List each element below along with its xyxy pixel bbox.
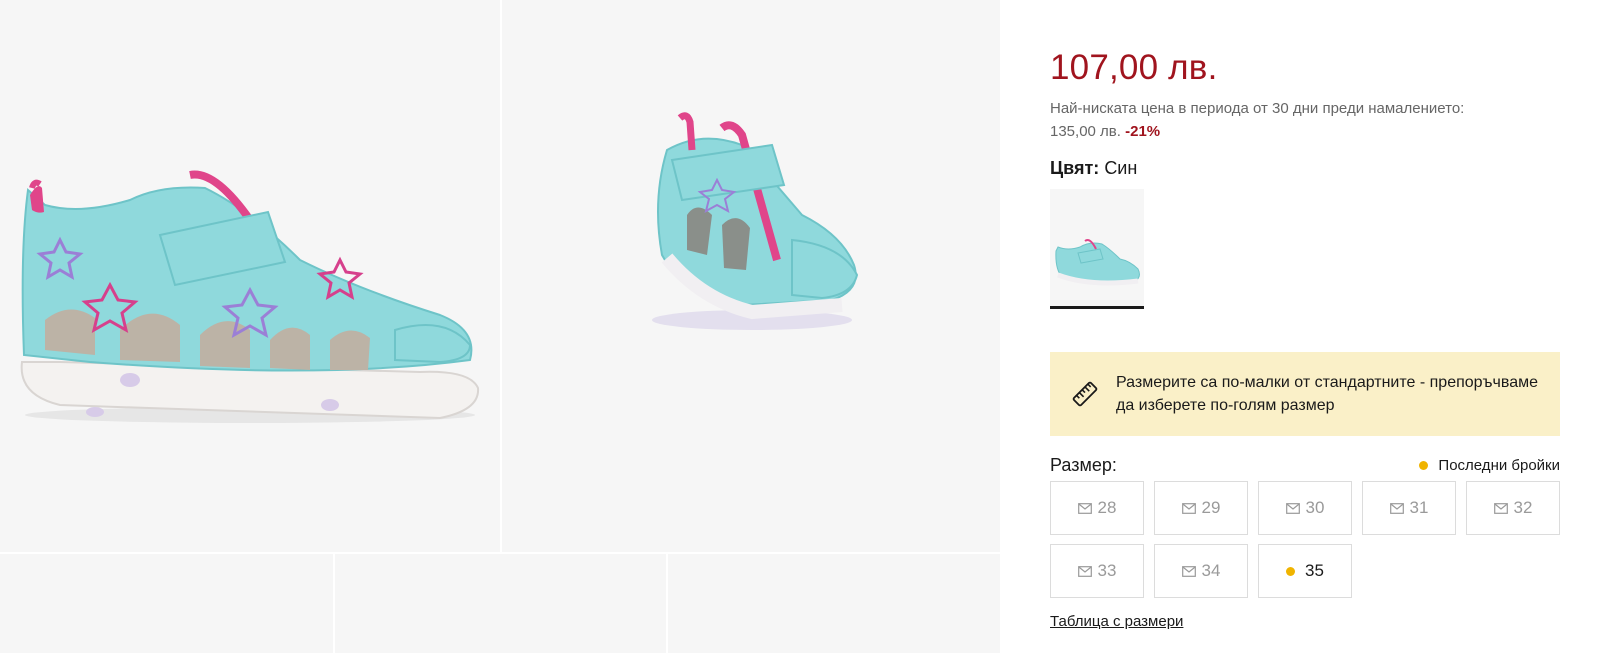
envelope-icon <box>1493 502 1508 514</box>
swatch-sandal-image <box>1055 239 1140 286</box>
last-items-dot-icon <box>1286 566 1296 576</box>
color-value: Син <box>1104 158 1138 178</box>
size-notice-text: Размерите са по-малки от стандартните - … <box>1116 374 1538 414</box>
product-image-thumb-1[interactable] <box>0 554 333 653</box>
size-table-link[interactable]: Таблица с размери <box>1050 613 1183 630</box>
envelope-icon <box>1077 565 1092 577</box>
last-items-label: Последни бройки <box>1438 457 1560 474</box>
envelope-icon <box>1181 502 1196 514</box>
lowest-price-value: 135,00 лв. <box>1050 123 1121 140</box>
size-value: 31 <box>1409 498 1429 517</box>
product-gallery <box>0 0 1000 653</box>
product-image-thumb-2[interactable] <box>335 554 666 653</box>
size-option-28[interactable]: 28 <box>1050 481 1144 535</box>
envelope-icon <box>1077 502 1092 514</box>
size-option-32[interactable]: 32 <box>1466 481 1560 535</box>
envelope-icon <box>1389 502 1404 514</box>
envelope-icon <box>1285 502 1300 514</box>
size-option-29[interactable]: 29 <box>1154 481 1248 535</box>
ruler-icon <box>1072 381 1098 407</box>
sandal-front-image <box>652 112 859 330</box>
size-value: 35 <box>1305 561 1324 580</box>
size-value: 30 <box>1305 498 1325 517</box>
product-info-panel: 107,00 лв. Най-ниската цена в периода от… <box>1050 0 1562 653</box>
size-value: 32 <box>1513 498 1533 517</box>
size-value: 34 <box>1201 561 1221 580</box>
product-image-side[interactable] <box>0 0 500 552</box>
product-price: 107,00 лв. <box>1050 48 1218 87</box>
last-items-legend: Последни бройки <box>1419 457 1560 474</box>
product-image-thumb-3[interactable] <box>668 554 1000 653</box>
discount-badge: -21% <box>1125 123 1161 140</box>
size-option-31[interactable]: 31 <box>1362 481 1456 535</box>
size-label: Размер: <box>1050 455 1117 475</box>
size-notice: Размерите са по-малки от стандартните - … <box>1050 352 1560 436</box>
size-option-35[interactable]: 35 <box>1258 544 1352 598</box>
last-items-dot-icon <box>1419 461 1429 470</box>
color-swatch-selected[interactable] <box>1050 189 1144 309</box>
size-header: Размер: Последни бройки <box>1050 455 1560 479</box>
size-option-30[interactable]: 30 <box>1258 481 1352 535</box>
lowest-price-text: Най-ниската цена в периода от 30 дни пре… <box>1050 100 1465 117</box>
size-value: 29 <box>1201 498 1221 517</box>
sandal-side-image <box>20 170 480 423</box>
lowest-price-info: Най-ниската цена в периода от 30 дни пре… <box>1050 97 1530 143</box>
size-value: 33 <box>1097 561 1117 580</box>
size-option-34[interactable]: 34 <box>1154 544 1248 598</box>
color-label: Цвят: <box>1050 158 1100 178</box>
size-option-33[interactable]: 33 <box>1050 544 1144 598</box>
product-image-front[interactable] <box>502 0 1000 552</box>
size-value: 28 <box>1097 498 1117 517</box>
envelope-icon <box>1181 565 1196 577</box>
color-row: Цвят: Син <box>1050 158 1137 179</box>
